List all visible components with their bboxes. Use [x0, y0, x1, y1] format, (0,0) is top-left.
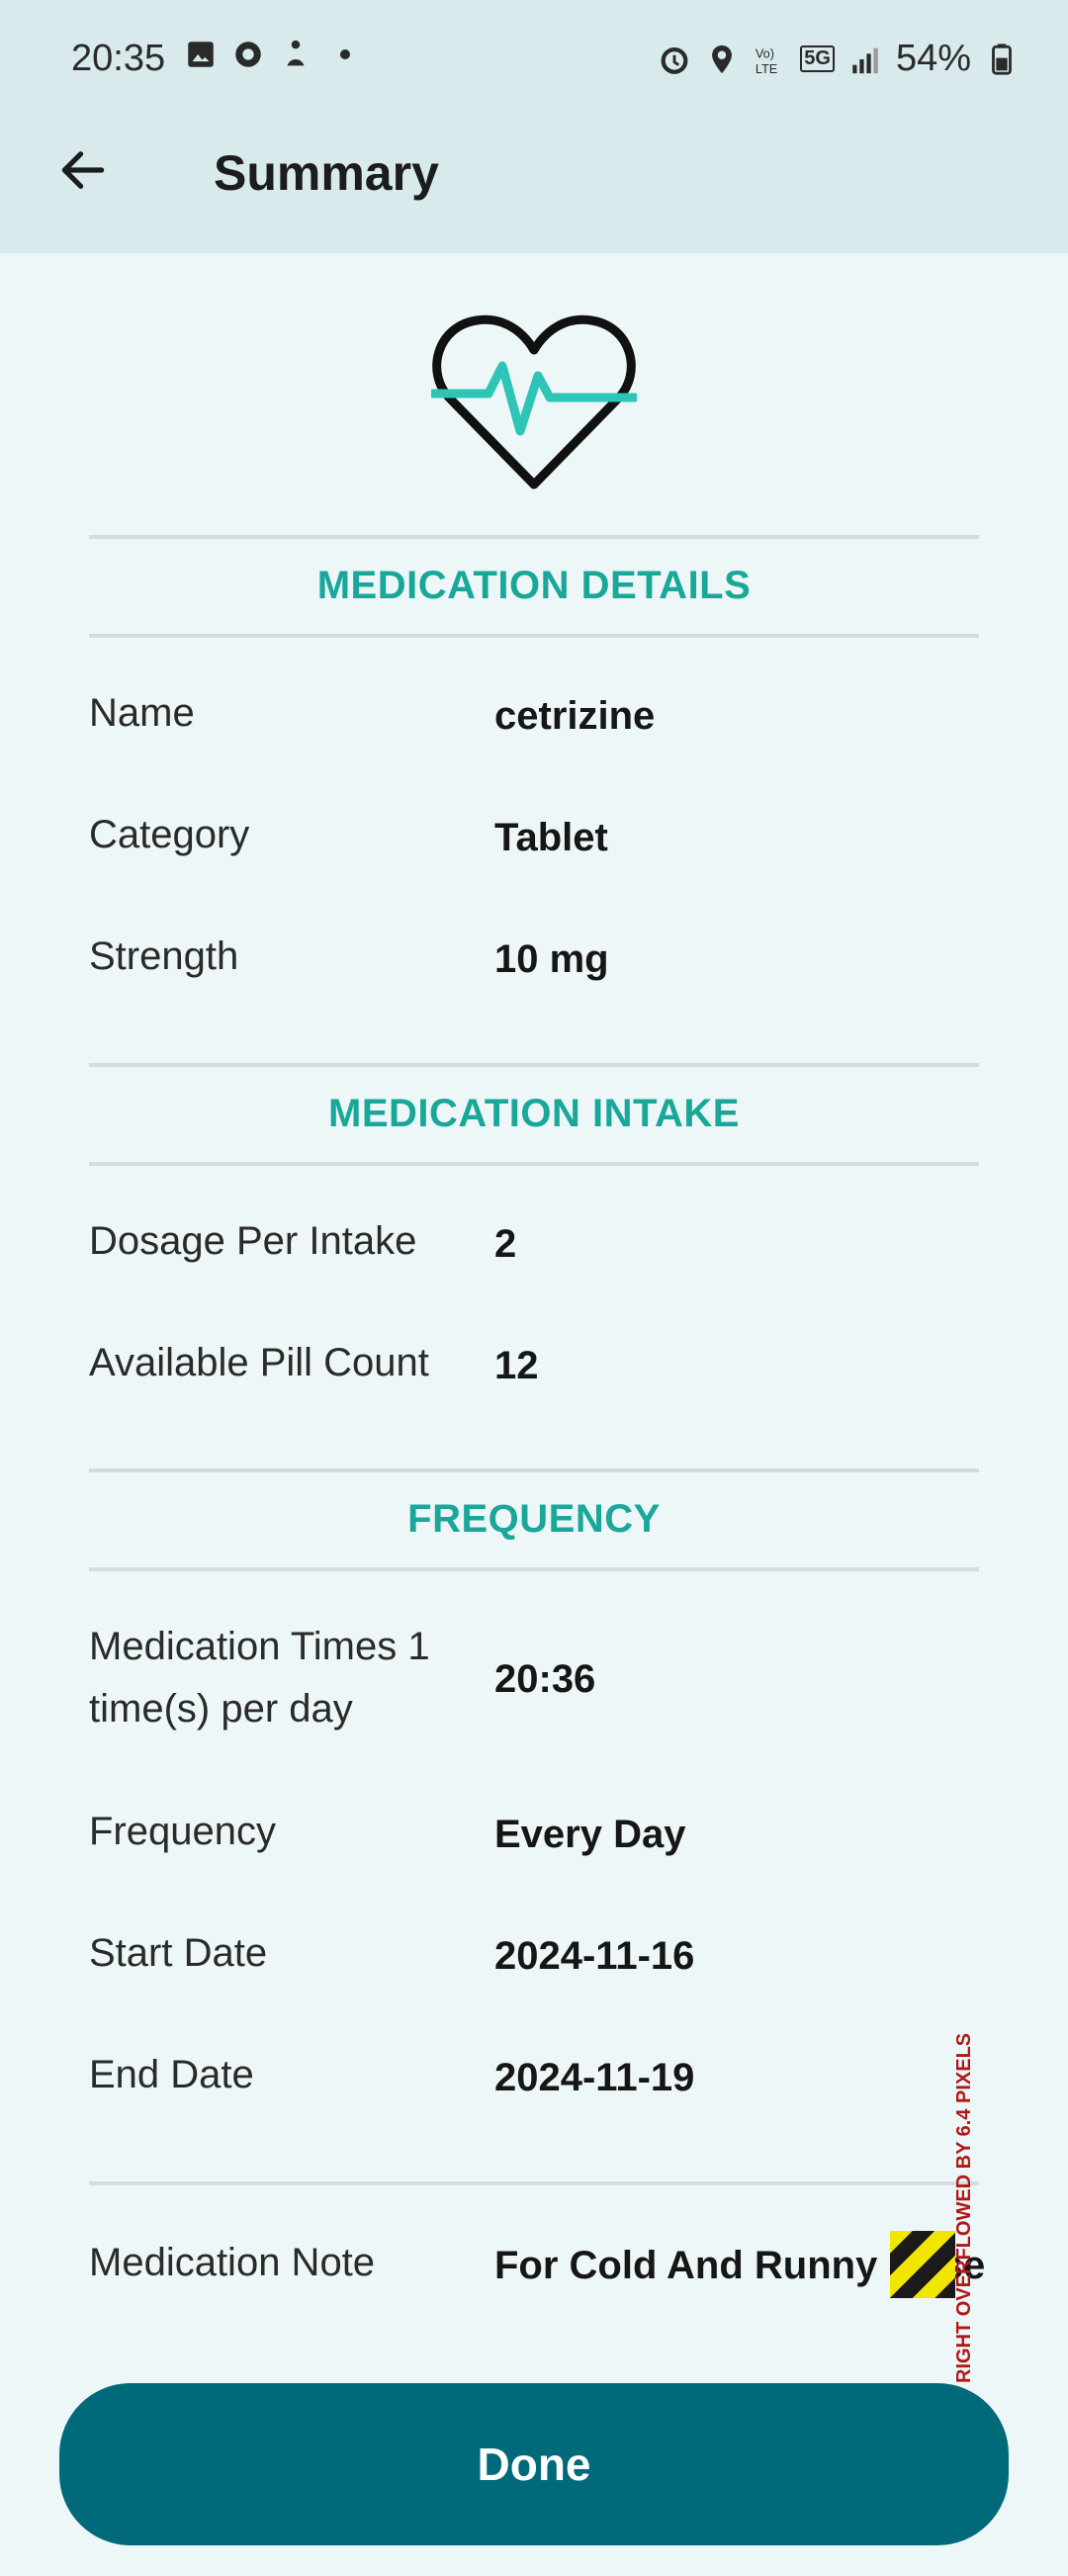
- svg-text:Vo): Vo): [756, 45, 774, 60]
- status-bar: 20:35 Vo) LTE 5G 54%: [0, 0, 1068, 119]
- location-icon: [712, 44, 733, 73]
- divider: [89, 1468, 979, 1472]
- section-title-medication-intake: MEDICATION INTAKE: [328, 1092, 740, 1135]
- divider: [89, 634, 979, 638]
- label-dosage-per-intake: Dosage Per Intake: [89, 1219, 417, 1263]
- signal-strength-icon: [852, 47, 878, 73]
- value-frequency: Every Day: [494, 1813, 686, 1856]
- divider: [89, 1567, 979, 1571]
- svg-text:LTE: LTE: [756, 61, 777, 76]
- label-medication-times-line1: Medication Times 1: [89, 1625, 430, 1668]
- divider: [89, 2181, 979, 2185]
- app-bar: 20:35 Vo) LTE 5G 54% Summary: [0, 0, 1068, 253]
- label-start-date: Start Date: [89, 1931, 268, 1975]
- section-title-frequency: FREQUENCY: [407, 1497, 661, 1541]
- label-strength: Strength: [89, 934, 239, 978]
- arrow-back-icon: [61, 151, 105, 189]
- value-start-date: 2024-11-16: [494, 1934, 695, 1978]
- label-category: Category: [89, 813, 250, 856]
- label-available-pill-count: Available Pill Count: [89, 1341, 429, 1384]
- battery-percent: 54%: [895, 38, 971, 79]
- alarm-icon: [661, 46, 688, 74]
- label-medication-times: Medication Times 1 time(s) per day: [89, 1616, 430, 1740]
- status-notification-icons: [184, 38, 350, 71]
- label-medication-note: Medication Note: [89, 2241, 376, 2284]
- done-button[interactable]: Done: [59, 2383, 1009, 2545]
- label-medication-times-line2: time(s) per day: [89, 1687, 353, 1731]
- settings-gear-icon: [235, 42, 261, 67]
- value-end-date: 2024-11-19: [494, 2056, 695, 2099]
- status-system-icons: Vo) LTE 5G 54%: [658, 38, 1019, 80]
- volte-icon: Vo)LTE: [756, 45, 777, 76]
- value-medication-time: 20:36: [494, 1657, 596, 1701]
- status-time: 20:35: [71, 38, 166, 79]
- overflow-warning-text: RIGHT OVERFLOWED BY 6.4 PIXELS: [953, 2032, 975, 2383]
- label-frequency: Frequency: [89, 1810, 276, 1853]
- divider: [89, 1063, 979, 1067]
- value-dosage-per-intake: 2: [494, 1222, 517, 1266]
- label-end-date: End Date: [89, 2053, 254, 2096]
- value-name: cetrizine: [494, 694, 656, 738]
- more-notifications-dot-icon: [340, 49, 350, 59]
- value-strength: 10 mg: [494, 937, 609, 981]
- divider: [89, 535, 979, 539]
- heart-pulse-icon: [431, 314, 637, 489]
- gallery-icon: [188, 42, 214, 67]
- network-5g-icon: 5G: [800, 45, 835, 72]
- back-button[interactable]: [44, 131, 123, 210]
- value-available-pill-count: 12: [494, 1344, 539, 1387]
- section-title-medication-details: MEDICATION DETAILS: [316, 564, 752, 607]
- label-name: Name: [89, 691, 195, 735]
- page-title: Summary: [214, 145, 439, 201]
- battery-icon: [992, 43, 1012, 75]
- value-category: Tablet: [494, 816, 608, 859]
- divider: [89, 1162, 979, 1166]
- accessibility-icon: [287, 40, 305, 66]
- overflow-warning-stripes: [890, 2231, 955, 2298]
